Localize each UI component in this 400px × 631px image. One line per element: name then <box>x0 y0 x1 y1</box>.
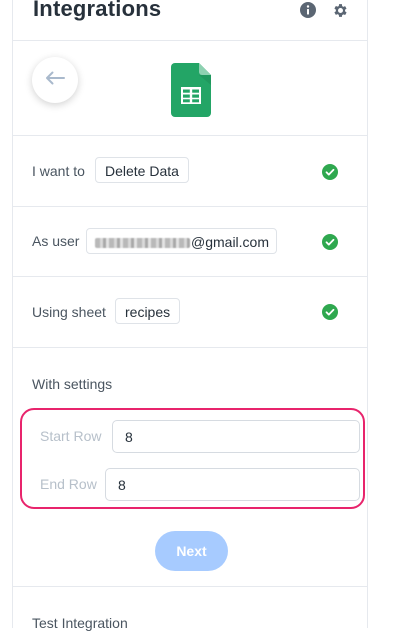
step-user-label: As user <box>32 233 80 249</box>
next-button[interactable]: Next <box>155 531 228 571</box>
end-row-input[interactable] <box>105 468 360 501</box>
back-button[interactable] <box>32 57 78 103</box>
header: Integrations <box>13 0 367 41</box>
user-select[interactable]: @gmail.com <box>86 228 277 254</box>
arrow-left-icon <box>45 71 65 90</box>
step-action-label: I want to <box>32 163 85 179</box>
sheet-select[interactable]: recipes <box>115 298 181 324</box>
end-row-label: End Row <box>40 476 97 492</box>
page-title: Integrations <box>33 0 162 21</box>
settings-title: With settings <box>32 376 113 392</box>
step-action-row: I want to Delete Data <box>13 135 367 207</box>
user-email-domain: @gmail.com <box>191 234 270 250</box>
check-circle-icon <box>322 234 338 250</box>
info-circle-icon[interactable] <box>300 2 316 18</box>
step-sheet-label: Using sheet <box>32 304 106 320</box>
test-integration-title: Test Integration <box>32 615 128 631</box>
step-user-row: As user @gmail.com <box>13 207 367 277</box>
step-sheet-row: Using sheet recipes <box>13 277 367 348</box>
redacted-email-name <box>95 238 190 249</box>
integration-panel: Integrations I want to Delete Data As us… <box>12 0 368 631</box>
settings-highlight: Start Row End Row <box>20 408 365 509</box>
action-select[interactable]: Delete Data <box>95 157 189 183</box>
settings-section: With settings Start Row End Row Next <box>13 348 367 587</box>
start-row-input[interactable] <box>112 420 360 453</box>
gear-icon[interactable] <box>332 2 348 18</box>
google-sheets-icon <box>171 63 211 117</box>
check-circle-icon <box>322 164 338 180</box>
start-row-label: Start Row <box>40 428 102 444</box>
check-circle-icon <box>322 304 338 320</box>
